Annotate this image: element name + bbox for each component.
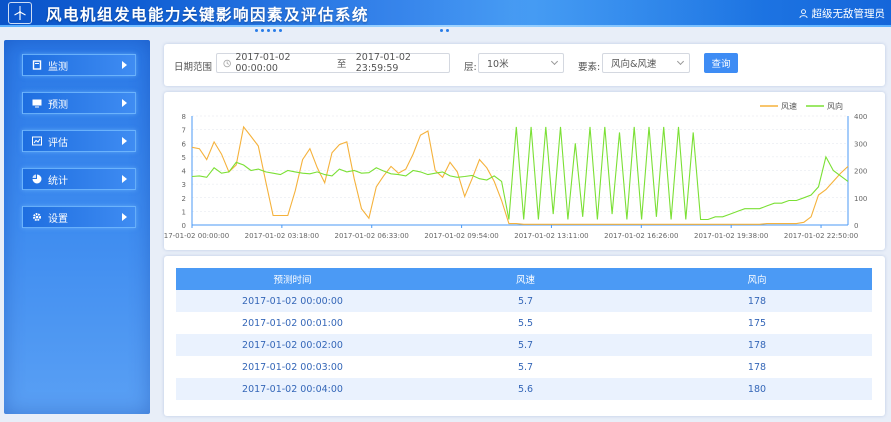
y-left-tick-label: 6 <box>182 140 187 148</box>
query-button[interactable]: 查询 <box>704 53 738 73</box>
x-tick-label: 2017-01-02 13:11:00 <box>514 232 588 240</box>
chart-icon <box>32 136 42 146</box>
y-right-tick-label: 400 <box>854 113 867 121</box>
date-end-input[interactable]: 2017-01-02 23:59:59 <box>356 52 449 74</box>
element-select[interactable]: 风向&风速 <box>602 53 690 73</box>
app-header: 风电机组发电能力关键影响因素及评估系统 超级无敌管理员 <box>0 0 891 27</box>
y-right-tick-label: 200 <box>854 168 867 176</box>
x-tick-label: 2017-01-02 00:00:00 <box>164 232 229 240</box>
cell-speed: 5.6 <box>409 378 642 400</box>
y-left-tick-label: 5 <box>182 154 186 162</box>
logo-icon <box>8 2 32 24</box>
column-header-speed[interactable]: 风速 <box>409 268 642 290</box>
column-header-direction[interactable]: 风向 <box>642 268 872 290</box>
cell-time: 2017-01-02 00:00:00 <box>176 290 409 312</box>
sidebar-item-label: 设置 <box>48 213 68 225</box>
cell-speed: 5.7 <box>409 356 642 378</box>
sidebar: 监测 预测 评估 统计 设置 <box>4 40 150 414</box>
sidebar-item-label: 统计 <box>48 175 68 187</box>
cell-time: 2017-01-02 00:01:00 <box>176 312 409 334</box>
y-left-tick-label: 8 <box>182 113 186 121</box>
monitor-icon <box>32 60 42 70</box>
chevron-right-icon <box>122 213 127 221</box>
filter-panel: 日期范围 2017-01-02 00:00:00 至 2017-01-02 23… <box>164 44 885 86</box>
sidebar-item-settings[interactable]: 设置 <box>22 206 136 228</box>
layer-value: 10米 <box>487 59 509 70</box>
x-tick-label: 2017-01-02 03:18:00 <box>245 232 319 240</box>
legend-label: 风速 <box>781 102 797 111</box>
y-left-tick-label: 1 <box>182 208 186 216</box>
legend-label: 风向 <box>827 101 843 111</box>
sidebar-item-label: 监测 <box>48 61 68 73</box>
element-value: 风向&风速 <box>611 59 657 70</box>
sidebar-item-monitor[interactable]: 监测 <box>22 54 136 76</box>
header-line <box>0 25 891 27</box>
cell-direction: 180 <box>642 378 872 400</box>
sidebar-item-forecast[interactable]: 预测 <box>22 92 136 114</box>
cell-direction: 178 <box>642 356 872 378</box>
forecast-icon <box>32 98 42 108</box>
element-label: 要素: <box>578 62 601 73</box>
table-row: 2017-01-02 00:03:00 5.7 178 <box>176 356 872 378</box>
wind-chart: 0 1 2 3 4 5 6 7 8 0 100 200 300 400 2017-01-02 00:00:0… <box>164 101 867 240</box>
cell-direction: 178 <box>642 290 872 312</box>
chevron-down-icon <box>676 57 685 66</box>
sidebar-item-statistics[interactable]: 统计 <box>22 168 136 190</box>
cell-direction: 178 <box>642 334 872 356</box>
x-tick-label: 2017-01-02 22:50:00 <box>784 232 858 240</box>
y-left-tick-label: 3 <box>182 181 186 189</box>
pie-icon <box>32 174 42 184</box>
clock-icon <box>223 59 231 67</box>
x-tick-label: 2017-01-02 16:26:00 <box>604 232 678 240</box>
table-panel: 预测时间 风速 风向 2017-01-02 00:00:00 5.7 178 2… <box>164 256 885 416</box>
layer-select[interactable]: 10米 <box>478 53 564 73</box>
gear-icon <box>32 212 42 222</box>
x-tick-label: 2017-01-02 19:38:00 <box>694 232 768 240</box>
layer-label: 层: <box>464 62 477 73</box>
cell-direction: 175 <box>642 312 872 334</box>
y-left-tick-label: 7 <box>182 127 186 135</box>
table-row: 2017-01-02 00:02:00 5.7 178 <box>176 334 872 356</box>
user-icon <box>798 9 808 18</box>
column-header-time[interactable]: 预测时间 <box>176 268 409 290</box>
x-tick-label: 2017-01-02 09:54:00 <box>424 232 498 240</box>
y-right-tick-label: 0 <box>854 222 858 230</box>
y-left-tick-label: 0 <box>182 222 186 230</box>
table-row: 2017-01-02 00:01:00 5.5 175 <box>176 312 872 334</box>
date-range-picker[interactable]: 2017-01-02 00:00:00 至 2017-01-02 23:59:5… <box>216 52 450 74</box>
y-right-tick-label: 300 <box>854 140 867 148</box>
sidebar-item-label: 预测 <box>48 99 68 111</box>
chevron-right-icon <box>122 175 127 183</box>
app-title: 风电机组发电能力关键影响因素及评估系统 <box>46 6 370 24</box>
date-start-input[interactable]: 2017-01-02 00:00:00 <box>235 52 331 74</box>
chevron-right-icon <box>122 99 127 107</box>
cell-time: 2017-01-02 00:02:00 <box>176 334 409 356</box>
y-right-tick-label: 100 <box>854 195 867 203</box>
chevron-right-icon <box>122 137 127 145</box>
y-left-tick-label: 2 <box>182 195 186 203</box>
data-table: 预测时间 风速 风向 2017-01-02 00:00:00 5.7 178 2… <box>176 268 872 400</box>
cell-speed: 5.7 <box>409 334 642 356</box>
chart-panel: 0 1 2 3 4 5 6 7 8 0 100 200 300 400 2017-01-02 00:00:0… <box>164 92 885 250</box>
chevron-right-icon <box>122 61 127 69</box>
sidebar-item-evaluate[interactable]: 评估 <box>22 130 136 152</box>
cell-speed: 5.5 <box>409 312 642 334</box>
date-separator: 至 <box>336 59 347 70</box>
cell-time: 2017-01-02 00:03:00 <box>176 356 409 378</box>
user-menu[interactable]: 超级无敌管理员 <box>798 6 886 21</box>
cell-speed: 5.7 <box>409 290 642 312</box>
y-left-tick-label: 4 <box>182 168 187 176</box>
user-name: 超级无敌管理员 <box>811 8 886 20</box>
header-dots <box>0 29 891 37</box>
x-tick-label: 2017-01-02 06:33:00 <box>335 232 409 240</box>
table-row: 2017-01-02 00:04:00 5.6 180 <box>176 378 872 400</box>
table-row: 2017-01-02 00:00:00 5.7 178 <box>176 290 872 312</box>
chevron-down-icon <box>550 57 559 66</box>
date-range-label: 日期范围 <box>174 62 213 73</box>
cell-time: 2017-01-02 00:04:00 <box>176 378 409 400</box>
sidebar-item-label: 评估 <box>48 137 68 149</box>
table-header-row: 预测时间 风速 风向 <box>176 268 872 290</box>
